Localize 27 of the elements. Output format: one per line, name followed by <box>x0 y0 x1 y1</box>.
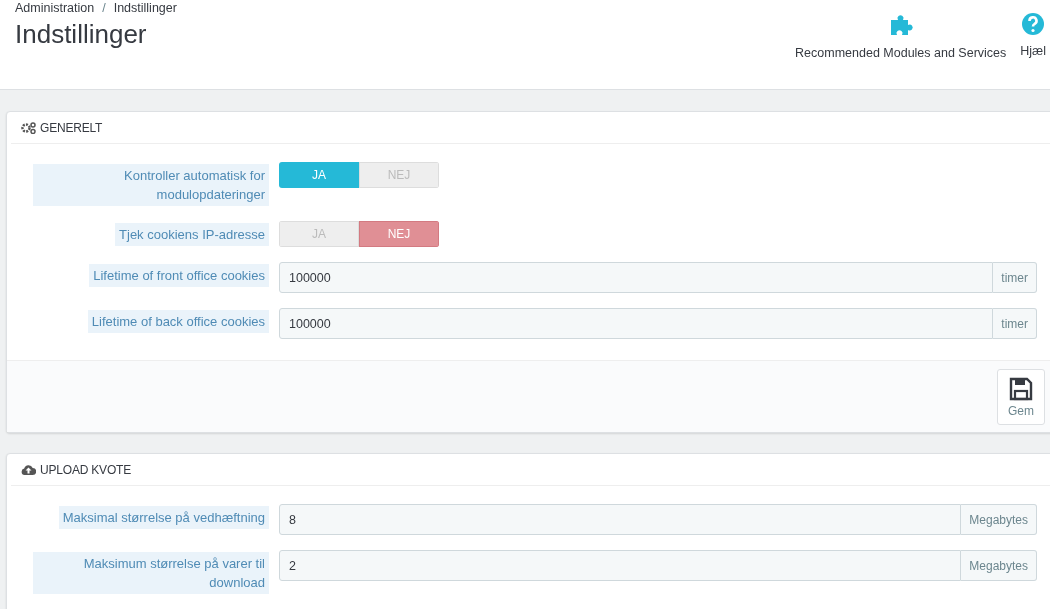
field-label: Tjek cookiens IP-adresse <box>115 223 269 246</box>
unit-addon: timer <box>993 308 1037 339</box>
unit-addon: Megabytes <box>961 550 1037 581</box>
breadcrumb-separator: / <box>102 1 106 15</box>
input-field[interactable]: 100000 <box>279 262 994 293</box>
toolbar-button[interactable]: Recommended Modules and Services <box>795 12 1007 60</box>
unit-addon: Megabytes <box>961 504 1037 535</box>
save-button[interactable]: Gem <box>997 368 1045 425</box>
cloud-upload-icon <box>21 464 36 475</box>
field-label: Maksimum størrelse på varer til download <box>33 552 269 594</box>
unit-addon: timer <box>993 262 1037 293</box>
field-label: Lifetime of back office cookies <box>87 310 269 333</box>
panel-title: GENERELT <box>40 120 103 135</box>
input-field[interactable]: 8 <box>279 504 962 535</box>
help-icon <box>1021 12 1046 36</box>
input-field[interactable]: 100000 <box>279 308 994 339</box>
field-label: Lifetime of front office cookies <box>89 264 269 287</box>
panel-title: UPLOAD KVOTE <box>40 462 131 477</box>
breadcrumb-link[interactable]: Indstillinger <box>113 1 177 15</box>
breadcrumb-link[interactable]: Administration <box>15 1 95 15</box>
save-icon <box>1008 375 1034 402</box>
page-title: Indstillinger <box>15 19 148 50</box>
field-label: Kontroller automatisk for modulopdateringer <box>33 164 269 206</box>
gears-icon <box>21 121 36 134</box>
toolbar-button[interactable]: Hjæl <box>1020 12 1046 58</box>
input-field[interactable]: 2 <box>279 550 962 581</box>
field-label: Maksimal størrelse på vedhæftning <box>58 506 269 529</box>
